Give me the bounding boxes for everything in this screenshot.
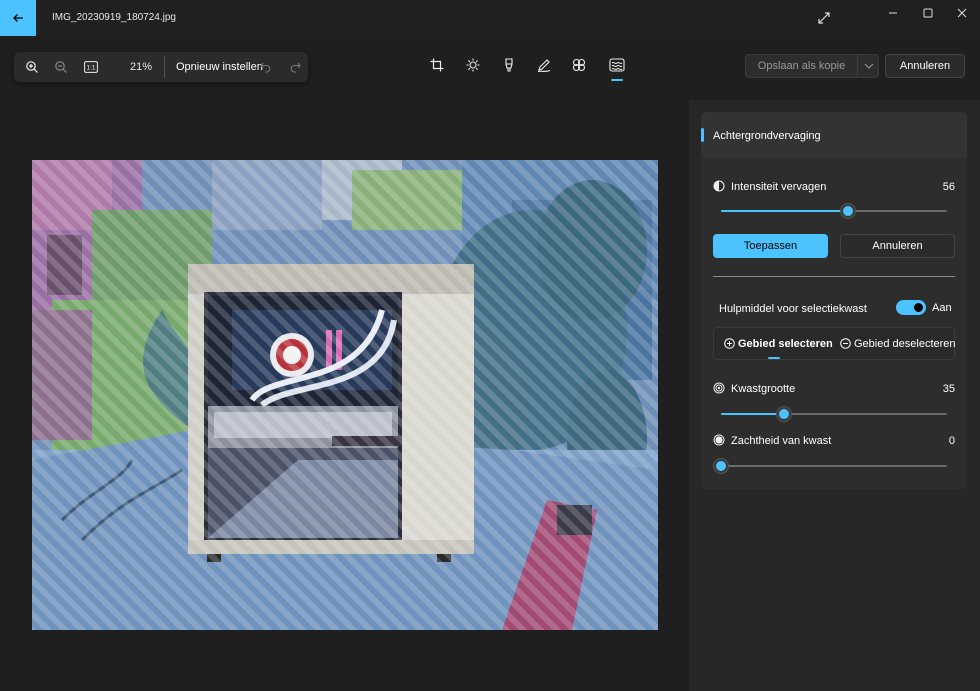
header-accent: [701, 128, 704, 142]
filter-icon: [572, 58, 586, 72]
select-area-option[interactable]: Gebied selecteren: [724, 328, 833, 359]
markup-icon: [505, 58, 513, 72]
brush-softness-slider-thumb[interactable]: [716, 461, 726, 471]
zoom-out-button[interactable]: [51, 57, 71, 77]
brush-softness-label: Zachtheid van kwast: [731, 435, 832, 447]
draw-icon: [537, 59, 551, 72]
maximize-icon: [923, 8, 933, 18]
brush-size-value: 35: [942, 383, 955, 395]
panel-divider: [713, 276, 955, 277]
actual-size-icon: 1:1: [84, 61, 98, 73]
intensity-slider[interactable]: [721, 206, 947, 216]
brightness-icon: [466, 58, 480, 72]
arrow-left-icon: [13, 14, 23, 22]
save-copy-button[interactable]: Opslaan als kopie: [746, 55, 857, 77]
close-button[interactable]: [953, 4, 971, 22]
brush-softness-slider[interactable]: [716, 461, 947, 471]
intensity-slider-fill: [721, 210, 848, 212]
zoom-toolbar: 1:1 21% Opnieuw instellen: [14, 52, 308, 82]
intensity-slider-thumb[interactable]: [842, 206, 853, 216]
brush-softness-icon: [713, 434, 725, 446]
cancel-button[interactable]: Annuleren: [840, 234, 955, 258]
brush-size-icon: [713, 382, 725, 394]
minimize-icon: [889, 12, 897, 14]
zoom-out-icon: [55, 61, 67, 73]
brush-tool-label: Hulpmiddel voor selectiekwast: [719, 303, 867, 315]
crop-icon: [430, 58, 444, 72]
brush-size-slider[interactable]: [721, 409, 947, 419]
close-icon: [957, 8, 967, 18]
save-copy-split-button: Opslaan als kopie: [745, 54, 879, 78]
apply-button[interactable]: Toepassen: [713, 234, 828, 258]
plus-circle-icon: [724, 338, 735, 349]
zoom-in-icon: [26, 61, 38, 73]
active-tool-indicator: [611, 79, 623, 81]
undo-button[interactable]: [256, 57, 276, 77]
zoom-level[interactable]: 21%: [130, 61, 152, 73]
segment-active-indicator: [768, 357, 780, 359]
deselect-area-option[interactable]: Gebied deselecteren: [840, 328, 956, 359]
title-bar: IMG_20230919_180724.jpg: [0, 0, 980, 36]
undo-icon: [260, 62, 271, 73]
intensity-value: 56: [942, 181, 955, 193]
redo-button[interactable]: [285, 57, 305, 77]
photo-canvas[interactable]: [32, 160, 658, 630]
window-title: IMG_20230919_180724.jpg: [52, 12, 176, 23]
brush-size-slider-fill: [721, 413, 785, 415]
back-button[interactable]: [0, 0, 36, 36]
background-icon: [609, 58, 625, 72]
svg-text:1:1: 1:1: [86, 65, 95, 72]
minus-circle-icon: [840, 338, 851, 349]
brush-tool-toggle[interactable]: [896, 300, 926, 315]
actual-size-button[interactable]: 1:1: [81, 57, 101, 77]
save-options-button[interactable]: [858, 55, 879, 77]
background-tool[interactable]: [608, 56, 626, 74]
reset-button[interactable]: Opnieuw instellen: [176, 61, 263, 73]
maximize-button[interactable]: [919, 4, 937, 22]
adjust-tool[interactable]: [464, 56, 482, 74]
intensity-label: Intensiteit vervagen: [731, 181, 827, 193]
crop-tool[interactable]: [428, 56, 446, 74]
select-area-label: Gebied selecteren: [738, 337, 833, 350]
background-blur-card: [701, 112, 967, 489]
intensity-icon: [713, 180, 725, 192]
zoom-in-button[interactable]: [22, 57, 42, 77]
filter-tool[interactable]: [570, 56, 588, 74]
toolbar-divider: [164, 56, 165, 78]
photo-image: [32, 160, 658, 630]
toggle-knob: [914, 303, 923, 312]
brush-softness-value: 0: [948, 435, 955, 447]
fullscreen-button[interactable]: [816, 10, 832, 26]
deselect-area-label: Gebied deselecteren: [854, 337, 956, 350]
expand-icon: [818, 12, 830, 24]
redo-icon: [290, 62, 301, 73]
draw-tool[interactable]: [535, 56, 553, 74]
chevron-down-icon: [864, 63, 873, 69]
cancel-edit-button[interactable]: Annuleren: [885, 54, 965, 78]
markup-tool[interactable]: [500, 56, 518, 74]
panel-title: Achtergrondvervaging: [713, 130, 821, 142]
brush-size-label: Kwastgrootte: [731, 383, 796, 395]
brush-tool-state: Aan: [932, 302, 952, 314]
minimize-button[interactable]: [884, 4, 902, 22]
